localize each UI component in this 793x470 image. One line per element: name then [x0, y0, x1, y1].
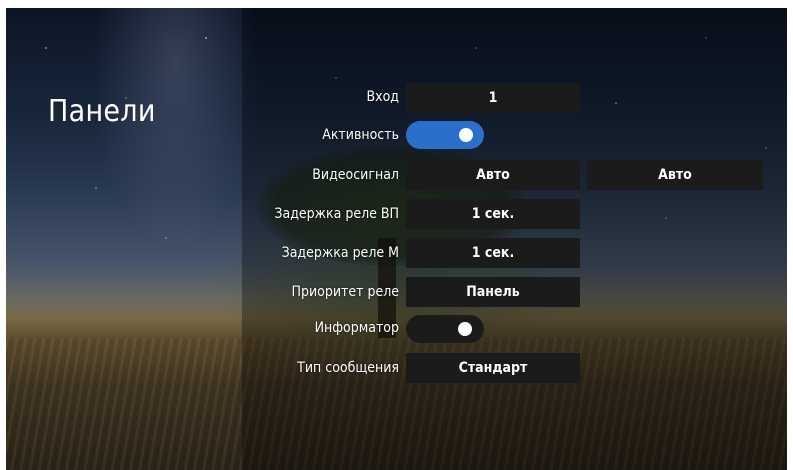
relay-delay-m-value-button[interactable]: 1 сек. [406, 238, 580, 268]
relay-priority-label: Приоритет реле [291, 284, 399, 300]
relay-delay-vp-label: Задержка реле ВП [274, 206, 399, 222]
activity-label: Активность [322, 127, 399, 143]
video-signal-label: Видеосигнал [312, 167, 399, 183]
activity-toggle-knob [459, 128, 473, 142]
informer-toggle[interactable] [406, 315, 484, 343]
video-signal-value-2-button[interactable]: Авто [587, 160, 763, 190]
relay-delay-vp-value-button[interactable]: 1 сек. [406, 199, 580, 229]
informer-label: Информатор [314, 320, 399, 336]
input-value-button[interactable]: 1 [406, 83, 580, 113]
activity-toggle[interactable] [406, 121, 484, 149]
message-type-label: Тип сообщения [297, 360, 399, 376]
relay-delay-m-label: Задержка реле М [281, 245, 399, 261]
relay-priority-value-button[interactable]: Панель [406, 277, 580, 307]
page-title: Панели [48, 94, 156, 129]
input-label: Вход [366, 89, 399, 105]
screen: Панели Вход 1 Активность Видеосигнал Авт… [6, 8, 787, 470]
video-signal-value-1-button[interactable]: Авто [406, 160, 580, 190]
informer-toggle-knob [458, 322, 472, 336]
message-type-value-button[interactable]: Стандарт [406, 353, 580, 383]
